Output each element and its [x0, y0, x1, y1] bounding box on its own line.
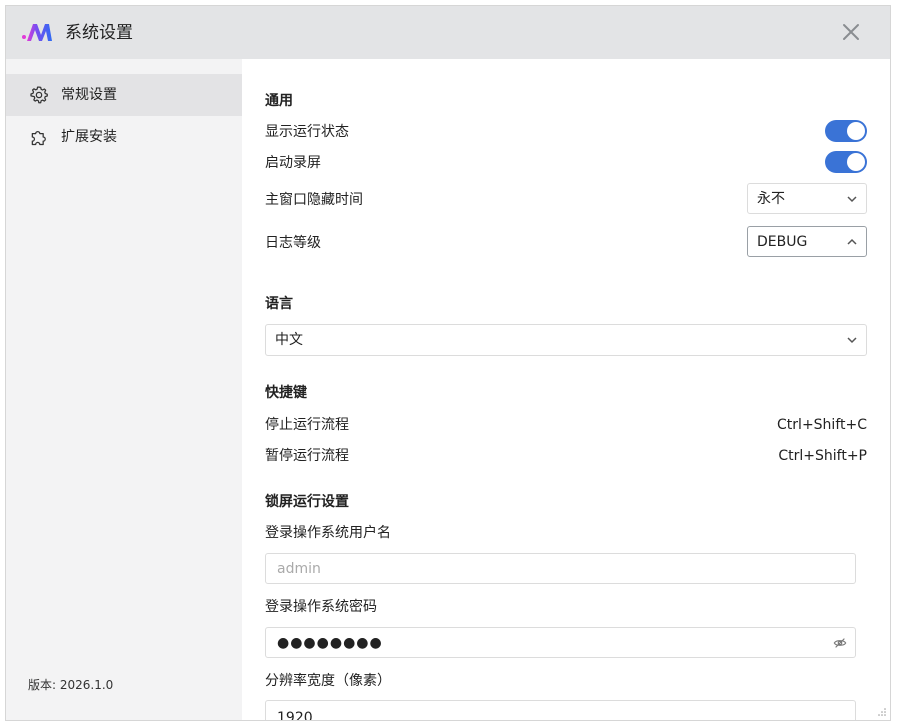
username-label: 登录操作系统用户名 [265, 525, 391, 541]
resolution-width-label: 分辨率宽度（像素） [265, 673, 391, 689]
password-label: 登录操作系统密码 [265, 599, 377, 615]
chevron-down-icon [847, 196, 857, 203]
log-level-label: 日志等级 [265, 235, 321, 251]
sidebar-item-extensions[interactable]: 扩展安装 [6, 116, 242, 158]
show-status-toggle[interactable] [825, 120, 867, 142]
close-icon[interactable] [839, 20, 863, 44]
puzzle-icon [31, 130, 46, 146]
record-screen-label: 启动录屏 [265, 155, 321, 171]
username-placeholder: admin [277, 561, 321, 577]
title-bar: 系统设置 [6, 6, 890, 59]
toggle-knob [847, 122, 865, 140]
language-value: 中文 [275, 332, 303, 348]
settings-content: 通用 显示运行状态 启动录屏 主窗口隐藏时间 永不 日志等级 DEBUG 语言 … [242, 59, 890, 720]
record-screen-toggle[interactable] [825, 151, 867, 173]
log-level-value: DEBUG [757, 234, 808, 250]
window-title: 系统设置 [65, 23, 133, 43]
hide-time-label: 主窗口隐藏时间 [265, 192, 363, 208]
shortcut-pause-keys[interactable]: Ctrl+Shift+P [778, 446, 867, 466]
shortcut-stop-label: 停止运行流程 [265, 417, 349, 433]
section-title-shortcuts: 快捷键 [265, 385, 307, 401]
section-title-lock-screen: 锁屏运行设置 [265, 494, 349, 510]
username-input[interactable]: admin [265, 553, 856, 584]
toggle-knob [847, 153, 865, 171]
chevron-down-icon [847, 337, 857, 344]
shortcut-pause-label: 暂停运行流程 [265, 448, 349, 464]
app-logo-icon [22, 24, 52, 41]
settings-window: 系统设置 常规设置 扩展安装 版本: 2026.1.0 通用 显示运行状态 启动… [5, 5, 891, 721]
sidebar-item-label: 常规设置 [61, 87, 117, 103]
gear-icon [30, 86, 48, 104]
chevron-up-icon [847, 238, 857, 245]
resolution-width-input[interactable]: 1920 [265, 700, 856, 721]
hide-time-value: 永不 [757, 191, 785, 207]
password-mask: ●●●●●●●● [277, 635, 383, 651]
log-level-select[interactable]: DEBUG [747, 226, 867, 257]
section-title-general: 通用 [265, 93, 293, 109]
section-title-language: 语言 [265, 296, 293, 312]
hide-time-select[interactable]: 永不 [747, 183, 867, 214]
resolution-width-value: 1920 [277, 710, 313, 721]
password-input[interactable]: ●●●●●●●● [265, 627, 856, 658]
version-text: 版本: 2026.1.0 [28, 678, 114, 692]
language-select[interactable]: 中文 [265, 324, 867, 356]
show-status-label: 显示运行状态 [265, 124, 349, 140]
resize-grip-icon[interactable] [877, 707, 887, 717]
sidebar-item-label: 扩展安装 [61, 129, 117, 145]
sidebar: 常规设置 扩展安装 版本: 2026.1.0 [6, 59, 242, 720]
eye-off-icon[interactable] [833, 636, 847, 650]
sidebar-item-general[interactable]: 常规设置 [6, 74, 242, 116]
shortcut-stop-keys[interactable]: Ctrl+Shift+C [777, 415, 867, 435]
